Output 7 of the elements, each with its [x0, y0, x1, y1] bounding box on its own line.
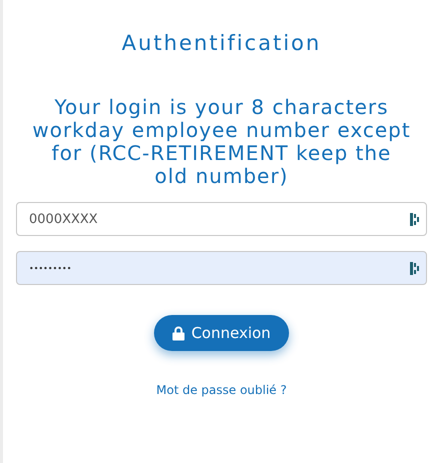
password-field[interactable]: •••••••••	[16, 251, 427, 285]
login-instructions: Your login is your 8 characters workday employee number except for (RCC-RETIREMENT keep the old number)	[32, 96, 412, 188]
connexion-button[interactable]: Connexion	[154, 315, 289, 351]
lock-icon	[172, 326, 186, 340]
forgot-password-link[interactable]: Mot de passe oublié ?	[156, 383, 287, 397]
login-field[interactable]: 0000XXXX	[16, 202, 427, 236]
page-title: Authentification	[122, 31, 322, 55]
